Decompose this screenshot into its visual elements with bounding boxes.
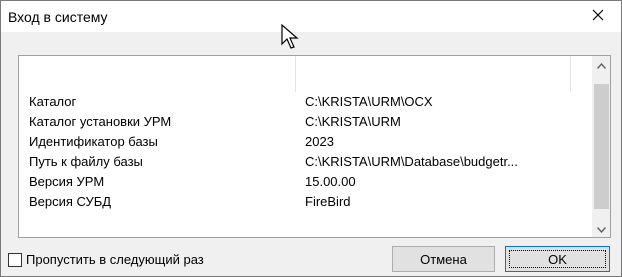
list-item[interactable]: Идентификатор базы 2023 — [19, 132, 589, 152]
window-title: Вход в систему — [8, 9, 108, 25]
close-button[interactable] — [575, 1, 621, 32]
skip-next-time-checkbox[interactable]: Пропустить в следующий раз — [8, 252, 204, 267]
row-key: Версия УРМ — [29, 174, 105, 189]
row-key: Путь к файлу базы — [29, 154, 143, 169]
row-key: Каталог установки УРМ — [29, 114, 172, 129]
system-info-list[interactable]: Каталог C:\KRISTA\URM\OCX Каталог устано… — [18, 55, 611, 238]
checkbox-box[interactable] — [8, 252, 22, 267]
cancel-button[interactable]: Отмена — [392, 246, 495, 272]
list-item[interactable]: Путь к файлу базы C:\KRISTA\URM\Database… — [19, 152, 589, 172]
checkbox-label: Пропустить в следующий раз — [26, 252, 204, 267]
dialog-footer: Пропустить в следующий раз Отмена OK — [1, 241, 621, 276]
mouse-pointer-icon — [281, 23, 301, 52]
list-item[interactable]: Каталог C:\KRISTA\URM\OCX — [19, 92, 589, 112]
scrollbar-thumb[interactable] — [594, 84, 609, 209]
row-key: Каталог — [29, 94, 77, 109]
column-divider — [570, 56, 571, 92]
vertical-scrollbar[interactable] — [592, 56, 610, 237]
list-item[interactable]: Версия СУБД FireBird — [19, 192, 589, 212]
row-value: 15.00.00 — [305, 174, 356, 189]
chevron-down-icon — [596, 221, 607, 236]
row-value: FireBird — [305, 194, 351, 209]
ok-button[interactable]: OK — [505, 246, 610, 272]
column-divider — [295, 56, 296, 92]
row-value: C:\KRISTA\URM\Database\budgetr... — [305, 154, 518, 169]
row-key: Идентификатор базы — [29, 134, 158, 149]
list-header — [19, 56, 589, 92]
row-value: C:\KRISTA\URM — [305, 114, 401, 129]
focus-rect — [509, 250, 606, 268]
login-dialog: Вход в систему Каталог C:\KRISTA\URM\OCX… — [0, 0, 622, 277]
list-item[interactable]: Версия УРМ 15.00.00 — [19, 172, 589, 192]
title-bar: Вход в систему — [1, 1, 621, 32]
close-icon — [592, 9, 604, 24]
scroll-up-button[interactable] — [593, 56, 610, 73]
list-rows: Каталог C:\KRISTA\URM\OCX Каталог устано… — [19, 92, 589, 212]
row-value: C:\KRISTA\URM\OCX — [305, 94, 433, 109]
row-key: Версия СУБД — [29, 194, 112, 209]
chevron-up-icon — [596, 57, 607, 72]
row-value: 2023 — [305, 134, 334, 149]
list-item[interactable]: Каталог установки УРМ C:\KRISTA\URM — [19, 112, 589, 132]
scroll-down-button[interactable] — [593, 220, 610, 237]
